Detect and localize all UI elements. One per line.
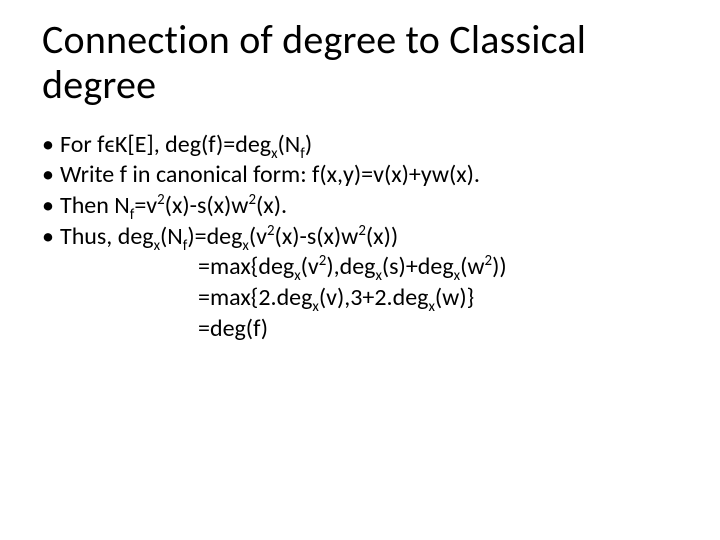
superscript: 2 (267, 221, 275, 239)
text: )) (492, 252, 507, 281)
bullet-1: For fϵK[E], deg(f)=degx(Nf) (42, 130, 678, 161)
bullet-4-line-2: =max{degx(v2),degx(s)+degx(w2)) (42, 252, 678, 283)
text: K[E], deg(f)=deg (115, 130, 271, 159)
text: (v (249, 222, 267, 251)
text: ) (305, 130, 312, 159)
indent: =max{degx(v2),degx(s)+degx(w2)) (60, 252, 507, 283)
text: (x)-s(x)w (275, 222, 359, 251)
indent: =max{2.degx(v),3+2.degx(w)} (60, 283, 474, 314)
superscript: 2 (248, 190, 256, 208)
text: ),deg (326, 252, 375, 281)
bullet-4-line-4: =deg(f) (42, 314, 678, 345)
bullet-3: Then Nf=v2(x)-s(x)w2(x). (42, 191, 678, 222)
text: (v (301, 252, 319, 281)
text: =deg(f) (198, 314, 268, 343)
text: =max{2.deg (198, 283, 312, 312)
text: (v),3+2.deg (319, 283, 429, 312)
bullet-2: Write f in canonical form: f(x,y)=v(x)+y… (42, 160, 678, 191)
slide-title: Connection of degree to Classical degree (42, 18, 678, 108)
text: (x). (256, 191, 287, 220)
bullet-4: Thus, degx(Nf)=degx(v2(x)-s(x)w2(x)) (42, 222, 678, 253)
text: (N (278, 130, 301, 159)
indent: =deg(f) (60, 314, 268, 345)
text: Thus, deg (60, 222, 154, 251)
text: =v (134, 191, 157, 220)
superscript: 2 (358, 221, 366, 239)
text: (x)) (366, 222, 398, 251)
text: )=deg (187, 222, 242, 251)
text: (N (160, 222, 183, 251)
text: (s)+deg (382, 252, 454, 281)
text: (x)-s(x)w (165, 191, 249, 220)
epsilon: ϵ (104, 130, 114, 159)
slide: Connection of degree to Classical degree… (0, 0, 720, 540)
superscript: 2 (485, 251, 493, 269)
text: (w (460, 252, 484, 281)
superscript: 2 (157, 190, 165, 208)
text: (w)} (435, 283, 474, 312)
bullet-4-line-3: =max{2.degx(v),3+2.degx(w)} (42, 283, 678, 314)
text: Then N (60, 191, 130, 220)
slide-body: For fϵK[E], deg(f)=degx(Nf) Write f in c… (42, 130, 678, 345)
text: For f (60, 130, 104, 159)
text: =max{deg (198, 252, 294, 281)
text: Write f in canonical form: f(x,y)=v(x)+y… (60, 160, 480, 189)
